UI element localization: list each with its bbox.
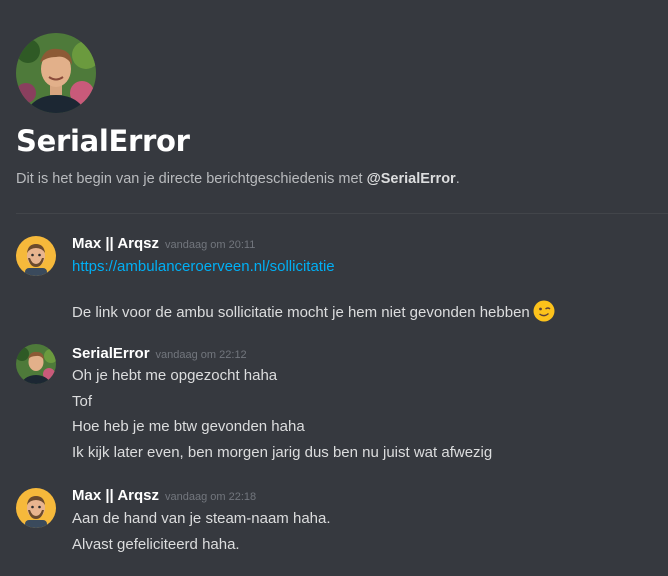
intro-user-mention[interactable]: @SerialError: [367, 171, 456, 187]
message-line: Ik kijk later even, ben morgen jarig dus…: [72, 444, 493, 461]
message-author[interactable]: Max || Arqsz vandaag om 20:11: [72, 235, 255, 252]
message-line: Hoe heb je me btw gevonden haha: [72, 418, 305, 435]
dm-intro-text: Dit is het begin van je directe berichtg…: [16, 171, 460, 187]
message-line: https://ambulanceroerveen.nl/sollicitati…: [72, 258, 335, 275]
cartoon-man-avatar-icon[interactable]: [16, 236, 56, 276]
message-author[interactable]: SerialError vandaag om 22:12: [72, 345, 247, 362]
author-name[interactable]: Max || Arqsz: [72, 235, 159, 252]
message-link[interactable]: https://ambulanceroerveen.nl/sollicitati…: [72, 258, 335, 275]
divider: [16, 213, 668, 214]
message-timestamp: vandaag om 22:12: [155, 349, 247, 361]
message-timestamp: vandaag om 20:11: [165, 239, 256, 251]
message-line: Oh je hebt me opgezocht haha: [72, 367, 278, 384]
intro-prefix: Dit is het begin van je directe berichtg…: [16, 171, 367, 187]
cartoon-man-avatar-icon[interactable]: [16, 488, 56, 528]
message-line: Tof: [72, 393, 93, 410]
winking-face-emoji-icon[interactable]: [533, 300, 555, 322]
channel-avatar: [16, 33, 96, 113]
photo-avatar-icon[interactable]: [16, 344, 56, 384]
intro-suffix: .: [455, 171, 460, 187]
author-name[interactable]: Max || Arqsz: [72, 487, 159, 504]
author-name[interactable]: SerialError: [72, 345, 150, 362]
message-line: Aan de hand van je steam-naam haha.: [72, 510, 331, 527]
message-text: De link voor de ambu sollicitatie mocht …: [72, 303, 530, 321]
message-line: Alvast gefeliciteerd haha.: [72, 536, 240, 553]
message-line: De link voor de ambu sollicitatie mocht …: [72, 300, 555, 324]
page-title: SerialError: [16, 124, 190, 158]
dm-chat-view: SerialError Dit is het begin van je dire…: [0, 0, 668, 576]
message-timestamp: vandaag om 22:18: [165, 491, 257, 503]
message-author[interactable]: Max || Arqsz vandaag om 22:18: [72, 487, 256, 504]
